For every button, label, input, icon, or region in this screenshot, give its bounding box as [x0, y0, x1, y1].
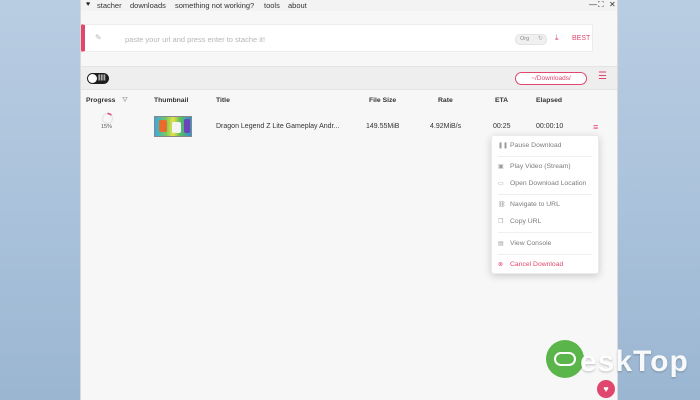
header-rate[interactable]: Rate: [438, 97, 453, 104]
header-title[interactable]: Title: [216, 97, 230, 104]
url-input-bar[interactable]: ✎ paste your url and press enter to stac…: [81, 24, 593, 52]
ctx-navigate-url[interactable]: ⛓ Navigate to URL: [498, 201, 560, 208]
row-eta: 00:25: [493, 123, 511, 130]
console-icon: ▤: [498, 241, 504, 247]
refresh-icon: ↻: [537, 36, 543, 42]
watermark-logo: eskTop: [546, 340, 696, 386]
pause-icon: ❚❚: [498, 143, 509, 149]
hamburger-menu-icon[interactable]: ☰: [598, 71, 607, 82]
ctx-view-console[interactable]: ▤ View Console: [498, 240, 551, 247]
context-menu: ❚❚ Pause Download ▣ Play Video (Stream) ▭ O…: [491, 135, 599, 274]
url-input-placeholder[interactable]: paste your url and press enter to stache…: [125, 35, 265, 44]
ctx-cancel-download[interactable]: ⊗ Cancel Download: [498, 261, 563, 268]
watermark-circle-icon: [546, 340, 584, 378]
theme-toggle[interactable]: ▌▌▌: [87, 73, 109, 84]
progress-percent: 15%: [101, 124, 113, 130]
link-icon: ✎: [95, 33, 102, 42]
folder-icon: ▭: [498, 181, 504, 187]
ctx-copy-url[interactable]: ❐ Copy URL: [498, 218, 541, 225]
close-icon[interactable]: ✕: [609, 0, 616, 9]
header-elapsed[interactable]: Elapsed: [536, 97, 562, 104]
row-rate: 4.92MiB/s: [430, 123, 462, 130]
toolbar: ▌▌▌ ~/Downloads/ ☰: [81, 66, 617, 90]
menubar: ♥ stacher downloads something not workin…: [81, 0, 617, 11]
download-path-button[interactable]: ~/Downloads/: [515, 72, 587, 85]
menu-downloads[interactable]: downloads: [130, 1, 166, 10]
toggle-knob: [88, 74, 97, 83]
video-thumbnail: [154, 116, 192, 137]
heart-logo-icon: ♥: [86, 1, 91, 8]
header-thumbnail[interactable]: Thumbnail: [154, 97, 188, 104]
play-icon: ▣: [498, 164, 504, 170]
ctx-pause-download[interactable]: ❚❚ Pause Download: [498, 142, 561, 149]
row-title: Dragon Legend Z Lite Gameplay Andr...: [216, 123, 340, 130]
menu-tools[interactable]: tools: [264, 1, 280, 10]
row-elapsed: 00:00:10: [536, 123, 564, 130]
download-icon[interactable]: ⤓: [555, 33, 559, 43]
ctx-open-location[interactable]: ▭ Open Download Location: [498, 180, 586, 187]
header-progress[interactable]: Progress: [86, 97, 115, 104]
quality-selector[interactable]: BEST: [572, 35, 590, 42]
toggle-bars-icon: ▌▌▌: [98, 75, 107, 81]
heart-fab-icon[interactable]: ♥: [597, 380, 615, 398]
row-menu-icon[interactable]: ≡: [593, 122, 598, 132]
menu-about[interactable]: about: [288, 1, 307, 10]
ctx-play-video[interactable]: ▣ Play Video (Stream): [498, 163, 571, 170]
cookie-label: Org: [520, 36, 530, 42]
row-file-size: 149.55MiB: [366, 123, 400, 130]
cancel-icon: ⊗: [498, 262, 504, 268]
header-file-size[interactable]: File Size: [369, 97, 396, 104]
cookie-selector[interactable]: Org ↻: [515, 34, 547, 45]
menu-something-not-working[interactable]: something not working?: [175, 1, 254, 10]
minimize-icon[interactable]: —: [589, 0, 597, 9]
copy-icon: ❐: [498, 219, 504, 225]
watermark-text: eskTop: [580, 345, 689, 378]
link-icon: ⛓: [498, 202, 506, 208]
filter-icon[interactable]: ⛛: [122, 97, 128, 105]
download-path-label: ~/Downloads/: [531, 75, 571, 82]
header-eta[interactable]: ETA: [495, 97, 508, 104]
maximize-icon[interactable]: ⛶: [598, 0, 604, 10]
menu-stacher[interactable]: stacher: [97, 1, 122, 10]
